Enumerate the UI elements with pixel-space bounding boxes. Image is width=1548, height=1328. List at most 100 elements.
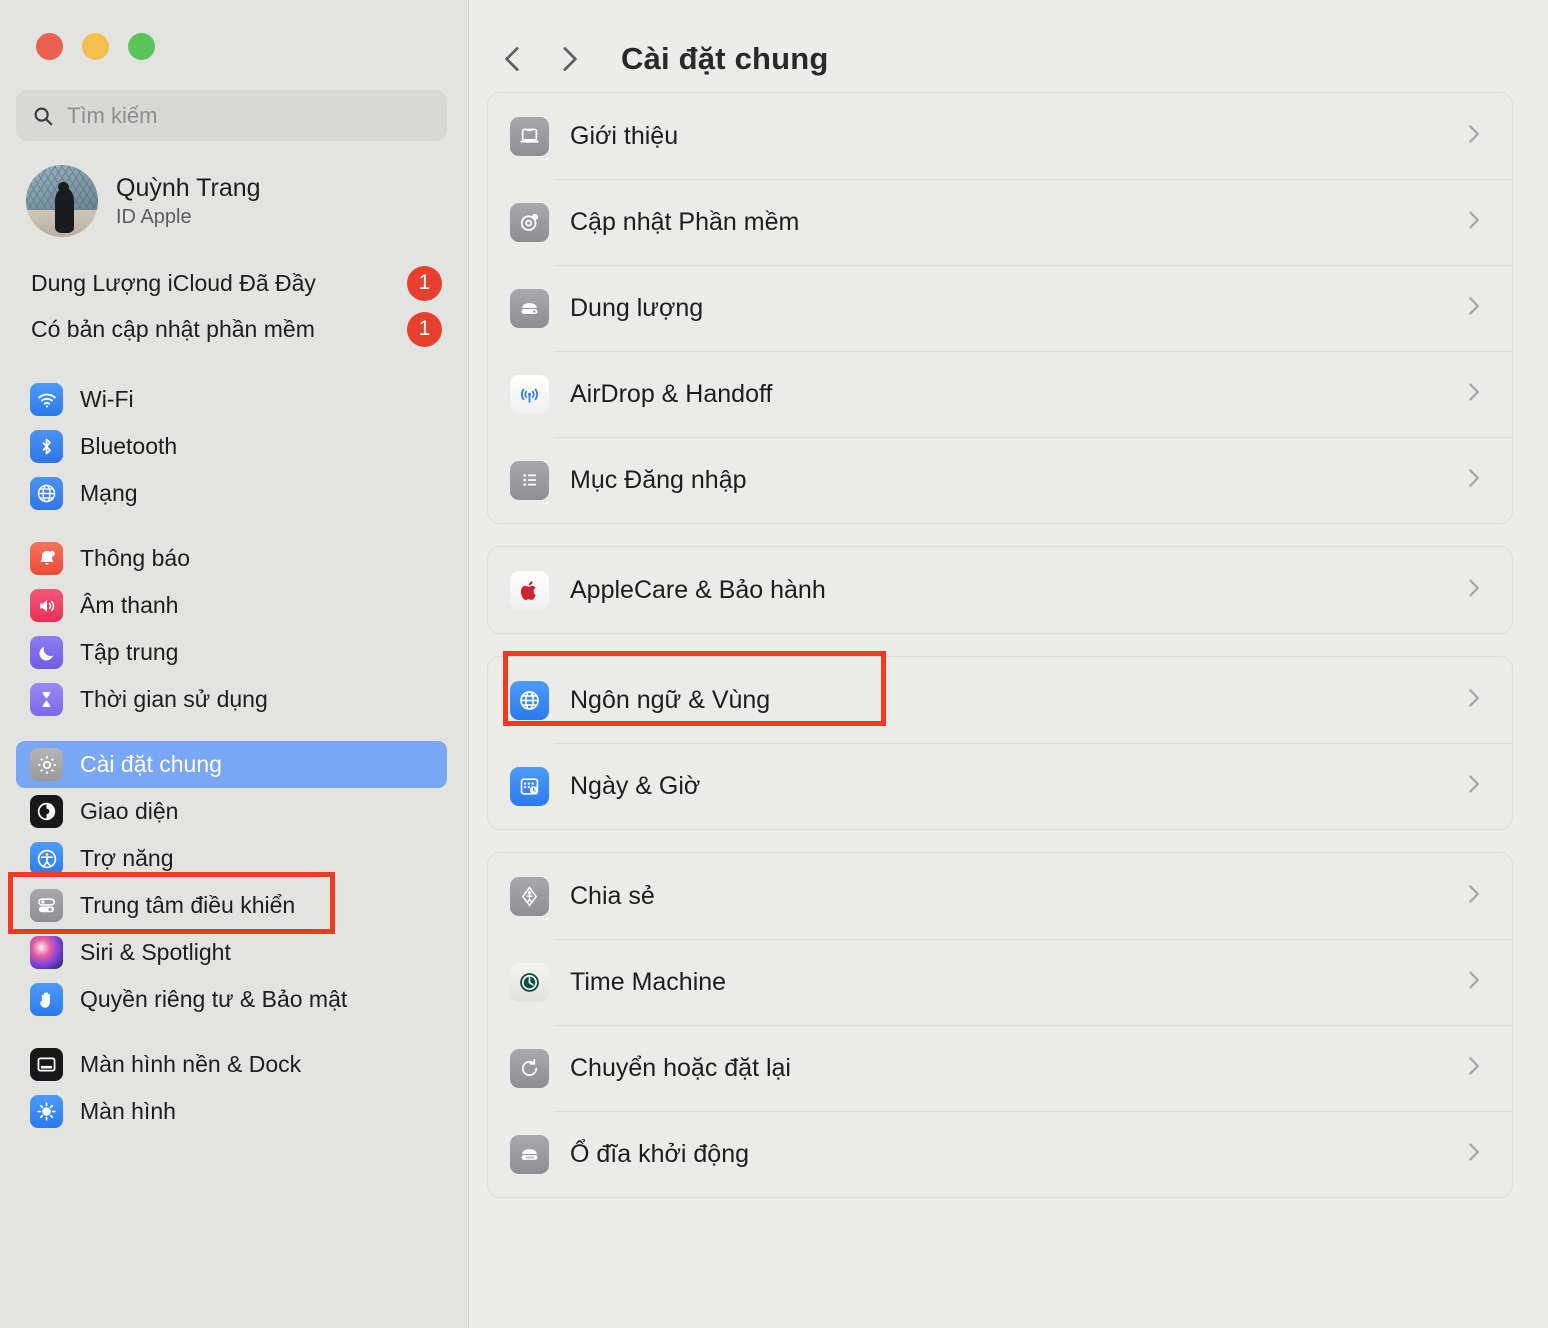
avatar bbox=[26, 165, 98, 237]
sidebar-item-label: Thông báo bbox=[80, 545, 190, 571]
sidebar-group-notifications: Thông báo Âm thanh Tập trung Thời gian s… bbox=[0, 535, 468, 723]
chevron-right-icon bbox=[1460, 685, 1486, 716]
row-label: Cập nhật Phần mềm bbox=[570, 207, 800, 236]
row-label: Giới thiệu bbox=[570, 121, 679, 150]
settings-section-applecare: AppleCare & Bảo hành bbox=[487, 546, 1513, 634]
sound-speaker-icon bbox=[30, 589, 63, 622]
alert-icloud-storage-full[interactable]: Dung Lượng iCloud Đã Đầy 1 bbox=[0, 260, 468, 306]
row-o-dia-khoi-dong[interactable]: Ổ đĩa khởi động bbox=[488, 1111, 1512, 1197]
login-items-list-icon bbox=[510, 460, 549, 500]
row-gioi-thieu[interactable]: Giới thiệu bbox=[488, 93, 1512, 179]
sidebar-item-label: Wi-Fi bbox=[80, 386, 134, 412]
row-ngon-ngu-vung[interactable]: Ngôn ngữ & Vùng bbox=[488, 657, 1512, 743]
chevron-right-icon bbox=[1460, 881, 1486, 912]
time-machine-icon bbox=[510, 962, 549, 1002]
sidebar-item-label: Quyền riêng tư & Bảo mật bbox=[80, 986, 348, 1012]
back-button[interactable] bbox=[485, 36, 541, 82]
sidebar: Quỳnh Trang ID Apple Dung Lượng iCloud Đ… bbox=[0, 0, 469, 1328]
row-ngay-gio[interactable]: Ngày & Giờ bbox=[488, 743, 1512, 829]
apple-logo-icon bbox=[510, 570, 549, 610]
sidebar-item-privacy-security[interactable]: Quyền riêng tư & Bảo mật bbox=[16, 976, 447, 1023]
chevron-right-icon bbox=[1460, 207, 1486, 238]
row-dung-luong[interactable]: Dung lượng bbox=[488, 265, 1512, 351]
startup-disk-icon bbox=[510, 1134, 549, 1174]
notifications-bell-icon bbox=[30, 542, 63, 575]
settings-section-system: Giới thiệu Cập nhật Phần mềm Dung lượng … bbox=[487, 92, 1513, 524]
software-update-gear-icon bbox=[510, 202, 549, 242]
window-controls bbox=[0, 0, 468, 60]
search-input[interactable] bbox=[67, 102, 431, 129]
row-label: AirDrop & Handoff bbox=[570, 379, 773, 408]
toolbar: Cài đặt chung bbox=[469, 0, 1548, 92]
sidebar-item-notifications[interactable]: Thông báo bbox=[16, 535, 447, 582]
row-chia-se[interactable]: Chia sẻ bbox=[488, 853, 1512, 939]
alert-software-update[interactable]: Có bản cập nhật phần mềm 1 bbox=[0, 306, 468, 352]
maximize-window-button[interactable] bbox=[128, 33, 155, 60]
row-cap-nhat-phan-mem[interactable]: Cập nhật Phần mềm bbox=[488, 179, 1512, 265]
sidebar-item-label: Cài đặt chung bbox=[80, 751, 222, 777]
sidebar-item-label: Màn hình bbox=[80, 1098, 176, 1124]
privacy-hand-icon bbox=[30, 983, 63, 1016]
chevron-right-icon bbox=[1460, 121, 1486, 152]
row-chuyen-hoac-dat-lai[interactable]: Chuyển hoặc đặt lại bbox=[488, 1025, 1512, 1111]
sidebar-item-network[interactable]: Mạng bbox=[16, 470, 447, 517]
sidebar-item-label: Mạng bbox=[80, 480, 138, 506]
row-label: Mục Đăng nhập bbox=[570, 465, 747, 494]
sidebar-item-sound[interactable]: Âm thanh bbox=[16, 582, 447, 629]
sidebar-item-wifi[interactable]: Wi-Fi bbox=[16, 376, 447, 423]
row-muc-dang-nhap[interactable]: Mục Đăng nhập bbox=[488, 437, 1512, 523]
sidebar-item-label: Âm thanh bbox=[80, 592, 179, 618]
sidebar-item-control-center[interactable]: Trung tâm điều khiển bbox=[16, 882, 447, 929]
page-title: Cài đặt chung bbox=[621, 41, 829, 76]
sidebar-item-focus[interactable]: Tập trung bbox=[16, 629, 447, 676]
sidebar-item-cai-dat-chung[interactable]: Cài đặt chung bbox=[16, 741, 447, 788]
row-label: Time Machine bbox=[570, 967, 727, 996]
account-text: Quỳnh Trang ID Apple bbox=[116, 174, 261, 229]
accessibility-icon bbox=[30, 842, 63, 875]
alert-label: Dung Lượng iCloud Đã Đầy bbox=[31, 269, 316, 296]
minimize-window-button[interactable] bbox=[82, 33, 109, 60]
alerts-group: Dung Lượng iCloud Đã Đầy 1 Có bản cập nh… bbox=[0, 260, 468, 352]
sidebar-item-bluetooth[interactable]: Bluetooth bbox=[16, 423, 447, 470]
account-subtitle: ID Apple bbox=[116, 205, 192, 228]
chevron-right-icon bbox=[1460, 1053, 1486, 1084]
status-badge: 1 bbox=[407, 311, 442, 347]
sidebar-item-accessibility[interactable]: Trợ năng bbox=[16, 835, 447, 882]
chevron-right-icon bbox=[1460, 575, 1486, 606]
row-airdrop-handoff[interactable]: AirDrop & Handoff bbox=[488, 351, 1512, 437]
row-label: Dung lượng bbox=[570, 293, 704, 322]
storage-disk-icon bbox=[510, 288, 549, 328]
close-window-button[interactable] bbox=[36, 33, 63, 60]
about-laptop-icon bbox=[510, 116, 549, 156]
search-icon bbox=[32, 105, 54, 127]
row-time-machine[interactable]: Time Machine bbox=[488, 939, 1512, 1025]
row-applecare-bao-hanh[interactable]: AppleCare & Bảo hành bbox=[488, 547, 1512, 633]
account-row[interactable]: Quỳnh Trang ID Apple bbox=[26, 165, 468, 237]
system-settings-window: Quỳnh Trang ID Apple Dung Lượng iCloud Đ… bbox=[0, 0, 1548, 1328]
search-box[interactable] bbox=[16, 90, 447, 141]
displays-brightness-icon bbox=[30, 1095, 63, 1128]
sidebar-group-desktop: Màn hình nền & Dock Màn hình bbox=[0, 1041, 468, 1135]
language-region-globe-icon bbox=[510, 680, 549, 720]
appearance-contrast-icon bbox=[30, 795, 63, 828]
row-label: Ngôn ngữ & Vùng bbox=[570, 685, 771, 714]
settings-list: Giới thiệu Cập nhật Phần mềm Dung lượng … bbox=[469, 92, 1548, 1198]
sidebar-item-desktop-dock[interactable]: Màn hình nền & Dock bbox=[16, 1041, 447, 1088]
airdrop-icon bbox=[510, 374, 549, 414]
siri-orb-icon bbox=[30, 936, 63, 969]
sidebar-item-screen-time[interactable]: Thời gian sử dụng bbox=[16, 676, 447, 723]
chevron-right-icon bbox=[1460, 771, 1486, 802]
sidebar-item-label: Trung tâm điều khiển bbox=[80, 892, 296, 918]
forward-button[interactable] bbox=[541, 36, 597, 82]
status-badge: 1 bbox=[407, 265, 442, 301]
chevron-right-icon bbox=[1460, 1139, 1486, 1170]
sidebar-item-displays[interactable]: Màn hình bbox=[16, 1088, 447, 1135]
sidebar-item-siri-spotlight[interactable]: Siri & Spotlight bbox=[16, 929, 447, 976]
chevron-right-icon bbox=[1460, 293, 1486, 324]
sidebar-item-label: Trợ năng bbox=[80, 845, 174, 871]
sharing-icon bbox=[510, 876, 549, 916]
date-time-calendar-icon bbox=[510, 766, 549, 806]
screen-time-hourglass-icon bbox=[30, 683, 63, 716]
sidebar-item-label: Bluetooth bbox=[80, 433, 178, 459]
sidebar-item-appearance[interactable]: Giao diện bbox=[16, 788, 447, 835]
